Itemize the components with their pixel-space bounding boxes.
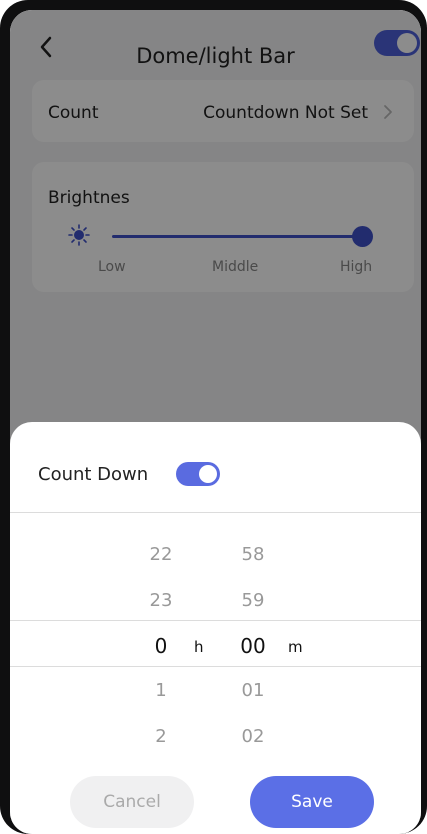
selection-bottom-line [10, 666, 421, 667]
hour-option[interactable]: 23 [131, 590, 191, 611]
minute-option[interactable]: 02 [223, 726, 283, 747]
device-frame: Dome/light Bar Count Countdown Not Set B… [0, 0, 427, 834]
selection-top-line [10, 620, 421, 621]
minute-selected[interactable]: 00 [223, 634, 283, 658]
minutes-unit: m [288, 638, 303, 656]
save-button[interactable]: Save [250, 776, 374, 828]
screen: Dome/light Bar Count Countdown Not Set B… [10, 10, 421, 834]
minute-option[interactable]: 59 [223, 590, 283, 611]
minute-option[interactable]: 58 [223, 544, 283, 565]
hour-option[interactable]: 2 [131, 726, 191, 747]
cancel-button[interactable]: Cancel [70, 776, 194, 828]
divider [10, 512, 421, 513]
minute-option[interactable]: 01 [223, 680, 283, 701]
sheet-title: Count Down [38, 464, 149, 485]
countdown-toggle[interactable] [176, 462, 220, 486]
countdown-sheet: Count Down 22 23 0 1 2 h 58 59 00 01 02 … [10, 422, 421, 834]
hours-unit: h [194, 638, 204, 656]
hour-option[interactable]: 1 [131, 680, 191, 701]
toggle-knob [199, 465, 217, 483]
hour-option[interactable]: 22 [131, 544, 191, 565]
hour-selected[interactable]: 0 [131, 634, 191, 658]
